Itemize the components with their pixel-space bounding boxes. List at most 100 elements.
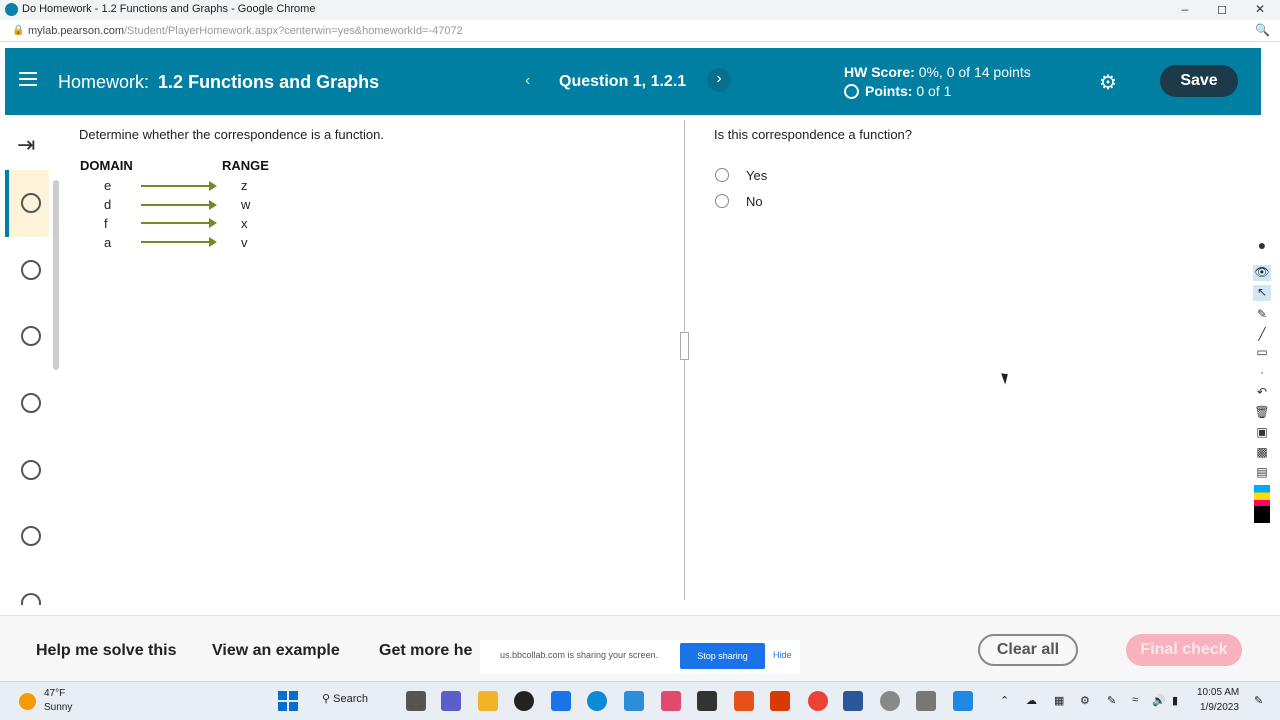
pin-icon[interactable]: ● (1253, 237, 1271, 253)
range-item: z (241, 178, 248, 193)
windows-taskbar: 47°F Sunny ⚲ Search ⌃ ☁ ▦ ⚙ ✎ ≈ 🔊 ▮ 10:0… (0, 681, 1280, 720)
share-message: us.bbcollab.com is sharing your screen. (500, 650, 659, 660)
stop-sharing-button[interactable]: Stop sharing (680, 643, 765, 669)
question-nav-item[interactable] (21, 193, 41, 213)
final-check-button[interactable]: Final check (1126, 634, 1242, 666)
points-label: Points: (865, 83, 913, 99)
clock-date[interactable]: 1/9/2023 (1200, 702, 1239, 713)
homework-name: 1.2 Functions and Graphs (158, 72, 380, 92)
pen-tray-icon[interactable]: ✎ (1107, 694, 1116, 707)
eye-icon[interactable]: 👁 (1253, 265, 1271, 281)
line-icon[interactable]: ╱ (1253, 327, 1271, 343)
snipping-tool-icon[interactable] (916, 691, 936, 711)
help-me-solve-link[interactable]: Help me solve this (36, 642, 177, 660)
question-nav-item[interactable] (21, 393, 41, 413)
power-automate-icon[interactable] (697, 691, 717, 711)
screen-icon[interactable]: ▣ (1253, 425, 1271, 441)
mapping-arrow-icon (141, 218, 217, 228)
gear-icon[interactable]: ⚙ (1099, 70, 1117, 95)
address-bar[interactable]: 🔒 mylab.pearson.com/Student/PlayerHomewo… (0, 20, 1280, 42)
usb-icon[interactable]: ⚙ (1080, 694, 1090, 707)
trash-icon[interactable]: 🗑 (1253, 405, 1271, 421)
clock-time[interactable]: 10:05 AM (1197, 687, 1239, 698)
range-item: x (241, 216, 248, 231)
file-explorer-icon[interactable] (478, 691, 498, 711)
wifi-icon[interactable]: ≈ (1132, 694, 1138, 706)
homework-label: Homework: (58, 72, 150, 92)
edge-icon[interactable] (587, 691, 607, 711)
volume-icon[interactable]: 🔊 (1152, 694, 1166, 707)
domain-item: f (104, 216, 108, 231)
annotation-toolbar: ● 👁 ↖ ✎ ╱ ▭ · ↶ 🗑 ▣ ▩ ▤ (1251, 235, 1273, 525)
color-palette-icon[interactable] (1254, 485, 1270, 523)
next-question-icon[interactable]: › (707, 68, 731, 92)
mapping-arrow-icon (141, 200, 217, 210)
app-icon[interactable] (734, 691, 754, 711)
url-text[interactable]: mylab.pearson.com/Student/PlayerHomework… (28, 25, 463, 37)
domain-header: DOMAIN (80, 158, 133, 173)
notification-icon[interactable]: ✎ (1254, 694, 1263, 707)
battery-icon[interactable]: ▮ (1172, 694, 1178, 707)
save-button[interactable]: Save (1160, 65, 1238, 97)
points-status-icon (844, 84, 859, 99)
expand-panel-icon[interactable]: ⇥ (17, 132, 35, 158)
window-title: Do Homework - 1.2 Functions and Graphs -… (22, 3, 316, 15)
panel-resize-handle[interactable] (680, 332, 689, 360)
eraser-icon[interactable]: ▭ (1253, 345, 1271, 361)
settings-app-icon[interactable] (880, 691, 900, 711)
windows-start-icon[interactable] (278, 691, 298, 711)
get-more-help-link[interactable]: Get more he (379, 642, 472, 660)
pointer-icon[interactable]: ↖ (1253, 285, 1271, 301)
chrome-icon[interactable] (808, 691, 828, 711)
homework-header: Homework: 1.2 Functions and Graphs ‹ Que… (5, 48, 1261, 115)
whiteboard-icon[interactable] (624, 691, 644, 711)
taskbar-search[interactable]: ⚲ Search (322, 692, 368, 705)
mail-icon[interactable] (551, 691, 571, 711)
question-nav-item[interactable] (21, 526, 41, 546)
radio-yes[interactable] (715, 168, 729, 182)
dot-icon[interactable]: · (1253, 365, 1271, 381)
answer-question: Is this correspondence a function? (714, 127, 913, 142)
question-nav-item[interactable] (21, 260, 41, 280)
domain-item: a (104, 235, 112, 250)
radio-no[interactable] (715, 194, 729, 208)
menu-icon[interactable] (19, 72, 37, 86)
teams-icon[interactable] (441, 691, 461, 711)
maximize-icon[interactable]: ◻ (1212, 2, 1232, 18)
view-example-link[interactable]: View an example (212, 642, 340, 660)
close-icon[interactable]: ✕ (1250, 2, 1270, 18)
word-icon[interactable] (843, 691, 863, 711)
onedrive-icon[interactable]: ☁ (1026, 694, 1037, 707)
hw-score-label: HW Score: (844, 64, 915, 80)
tray-app-icon[interactable]: ▦ (1054, 694, 1064, 707)
range-item: w (241, 197, 251, 212)
question-nav-item[interactable] (21, 593, 41, 605)
camera-icon[interactable]: ▩ (1253, 445, 1271, 461)
zoom-icon[interactable]: 🔍 (1255, 23, 1270, 37)
weather-sun-icon[interactable] (19, 693, 36, 710)
mouse-cursor-icon (1001, 371, 1011, 385)
range-header: RANGE (222, 158, 269, 173)
option-yes-label[interactable]: Yes (746, 168, 767, 183)
option-no-label[interactable]: No (746, 194, 763, 209)
maps-icon[interactable] (514, 691, 534, 711)
browser-title-bar: Do Homework - 1.2 Functions and Graphs -… (0, 0, 1280, 20)
hide-banner-link[interactable]: Hide (773, 650, 792, 660)
task-view-icon[interactable] (406, 691, 426, 711)
pen-icon[interactable]: ✎ (1253, 307, 1271, 323)
hw-score: HW Score: 0%, 0 of 14 points (844, 64, 1031, 80)
outlook-icon[interactable] (953, 691, 973, 711)
previous-question-icon[interactable]: ‹ (525, 72, 530, 90)
store-icon[interactable] (661, 691, 681, 711)
url-path: /Student/PlayerHomework.aspx?centerwin=y… (124, 25, 463, 37)
domain-item: d (104, 197, 112, 212)
undo-icon[interactable]: ↶ (1253, 385, 1271, 401)
question-nav-item[interactable] (21, 460, 41, 480)
tray-chevron-icon[interactable]: ⌃ (1000, 694, 1009, 707)
clear-all-button[interactable]: Clear all (978, 634, 1078, 666)
office-icon[interactable] (770, 691, 790, 711)
navigator-scrollbar[interactable] (53, 180, 59, 370)
question-nav-item[interactable] (21, 326, 41, 346)
minimize-icon[interactable]: – (1175, 2, 1195, 18)
notes-icon[interactable]: ▤ (1253, 465, 1271, 481)
